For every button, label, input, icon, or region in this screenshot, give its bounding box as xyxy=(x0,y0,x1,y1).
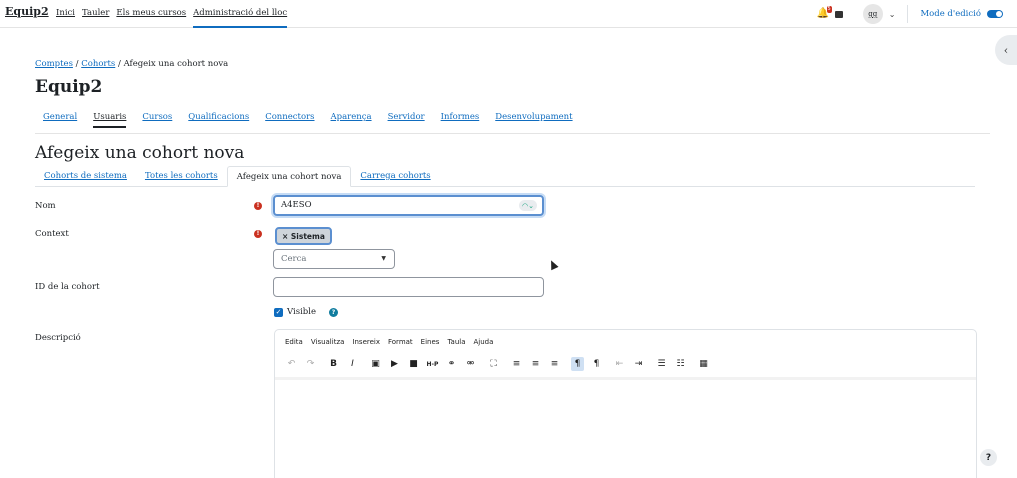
top-navbar: Equip2 Inici Tauler Els meus cursos Admi… xyxy=(0,0,1017,28)
nom-input-value: A4ESO xyxy=(281,200,312,210)
tab-carrega-cohorts[interactable]: Carrega cohorts xyxy=(351,166,439,186)
link-icon[interactable]: ⚭ xyxy=(445,357,458,371)
breadcrumb-current: Afegeix una cohort nova xyxy=(123,59,229,69)
dropdown-arrow-icon: ▼ xyxy=(381,255,386,262)
site-brand[interactable]: Equip2 xyxy=(5,5,49,18)
redo-icon[interactable]: ↷ xyxy=(304,357,317,371)
media-icon[interactable]: ▶ xyxy=(388,357,401,371)
editor-toolbar: ↶ ↷ B I ▣ ▶ ■ H‑P ⚭ ⚮ ⛶ ≡ ≡ ≡ ¶ ¶ ⇤ ⇥ ☰ … xyxy=(285,357,716,371)
align-left-icon[interactable]: ≡ xyxy=(510,357,523,371)
editor-menubar: Edita Visualitza Insereix Format Eines T… xyxy=(285,338,493,346)
messages-icon[interactable] xyxy=(834,10,843,18)
tab-informes[interactable]: Informes xyxy=(433,112,488,122)
help-icon[interactable]: ? xyxy=(328,307,338,317)
user-controls: 🔔 5 gg ⌄ Mode d'edició xyxy=(817,4,1003,24)
visible-checkbox-row: ✓ Visible ? xyxy=(274,307,338,317)
edit-mode-label: Mode d'edició xyxy=(920,9,981,19)
calculator-icon[interactable]: ▦ xyxy=(697,357,710,371)
tab-desenvolupament[interactable]: Desenvolupament xyxy=(487,112,580,122)
cohort-id-label: ID de la cohort xyxy=(35,282,100,292)
cohort-tabs: Cohorts de sistema Totes les cohorts Afe… xyxy=(35,166,975,187)
align-right-icon[interactable]: ≡ xyxy=(548,357,561,371)
image-icon[interactable]: ▣ xyxy=(369,357,382,371)
nav-item-els-meus-cursos[interactable]: Els meus cursos xyxy=(116,8,186,18)
italic-icon[interactable]: I xyxy=(346,357,359,371)
context-label: Context xyxy=(35,229,69,239)
outdent-icon[interactable]: ⇤ xyxy=(613,357,626,371)
tab-totes-les-cohorts[interactable]: Totes les cohorts xyxy=(136,166,227,186)
breadcrumb-cohorts[interactable]: Cohorts xyxy=(81,59,115,69)
unlink-icon[interactable]: ⚮ xyxy=(464,357,477,371)
breadcrumb-separator: / xyxy=(75,59,79,69)
section-heading: Afegeix una cohort nova xyxy=(35,143,245,163)
mouse-pointer xyxy=(547,258,559,271)
menu-edita[interactable]: Edita xyxy=(285,338,303,346)
visible-checkbox[interactable]: ✓ xyxy=(274,307,283,317)
divider xyxy=(907,5,909,23)
notification-count-badge: 5 xyxy=(826,6,832,13)
rtl-icon[interactable]: ¶ xyxy=(590,357,603,371)
visible-label: Visible xyxy=(287,307,316,317)
page-title: Equip2 xyxy=(35,77,103,97)
indent-icon[interactable]: ⇥ xyxy=(632,357,645,371)
menu-ajuda[interactable]: Ajuda xyxy=(474,338,494,346)
editor-toolbar-shadow xyxy=(275,377,976,380)
context-search-placeholder: Cerca xyxy=(281,254,307,264)
edit-mode-toggle[interactable] xyxy=(987,10,1003,18)
h5p-icon[interactable]: H‑P xyxy=(426,357,439,371)
breadcrumb-separator: / xyxy=(117,59,121,69)
tab-servidor[interactable]: Servidor xyxy=(380,112,433,122)
nav-item-administracio[interactable]: Administració del lloc xyxy=(193,8,287,28)
required-icon: ! xyxy=(254,230,262,238)
menu-taula[interactable]: Taula xyxy=(447,338,465,346)
tab-qualificacions[interactable]: Qualificacions xyxy=(180,112,257,122)
numbered-list-icon[interactable]: ☷ xyxy=(674,357,687,371)
user-avatar[interactable]: gg xyxy=(862,4,883,24)
menu-insereix[interactable]: Insereix xyxy=(352,338,380,346)
tab-connectors[interactable]: Connectors xyxy=(257,112,322,122)
context-selected-chip[interactable]: × Sistema xyxy=(275,227,332,245)
notification-bell-icon[interactable]: 🔔 5 xyxy=(817,6,832,21)
tab-cursos[interactable]: Cursos xyxy=(134,112,180,122)
align-center-icon[interactable]: ≡ xyxy=(529,357,542,371)
nav-item-tauler[interactable]: Tauler xyxy=(82,8,109,18)
nom-label: Nom xyxy=(35,201,56,211)
help-button[interactable]: ? xyxy=(980,449,997,466)
tab-cohorts-de-sistema[interactable]: Cohorts de sistema xyxy=(35,166,136,186)
tab-aparenca[interactable]: Aparença xyxy=(323,112,380,122)
required-icon: ! xyxy=(254,202,262,210)
tab-afegeix-cohort[interactable]: Afegeix una cohort nova xyxy=(226,166,352,187)
descripcio-label: Descripció xyxy=(35,333,81,343)
breadcrumb-comptes[interactable]: Comptes xyxy=(35,59,73,69)
grammar-check-icon[interactable]: ◠⌄ xyxy=(519,200,537,211)
undo-icon[interactable]: ↶ xyxy=(285,357,298,371)
menu-format[interactable]: Format xyxy=(388,338,413,346)
menu-visualitza[interactable]: Visualitza xyxy=(311,338,345,346)
breadcrumb: Comptes / Cohorts / Afegeix una cohort n… xyxy=(35,59,228,69)
context-search-select[interactable]: Cerca ▼ xyxy=(273,249,395,269)
admin-section-tabs: General Usuaris Cursos Qualificacions Co… xyxy=(35,112,581,128)
cohort-id-input[interactable] xyxy=(273,277,544,297)
user-menu-chevron-down-icon[interactable]: ⌄ xyxy=(889,10,896,19)
nav-item-inici[interactable]: Inici xyxy=(56,8,75,18)
open-drawer-chevron-left-icon[interactable]: ‹ xyxy=(995,35,1017,65)
primary-navigation: Inici Tauler Els meus cursos Administrac… xyxy=(56,8,287,28)
fullscreen-icon[interactable]: ⛶ xyxy=(487,357,500,371)
tab-usuaris[interactable]: Usuaris xyxy=(85,112,134,128)
ltr-icon[interactable]: ¶ xyxy=(571,357,584,371)
menu-eines[interactable]: Eines xyxy=(421,338,440,346)
bullet-list-icon[interactable]: ☰ xyxy=(655,357,668,371)
description-editor: Edita Visualitza Insereix Format Eines T… xyxy=(274,329,977,478)
divider xyxy=(35,133,990,134)
tab-general[interactable]: General xyxy=(35,112,85,122)
bold-icon[interactable]: B xyxy=(327,357,340,371)
video-record-icon[interactable]: ■ xyxy=(407,357,420,371)
nom-input[interactable]: A4ESO ◠⌄ xyxy=(273,195,544,216)
